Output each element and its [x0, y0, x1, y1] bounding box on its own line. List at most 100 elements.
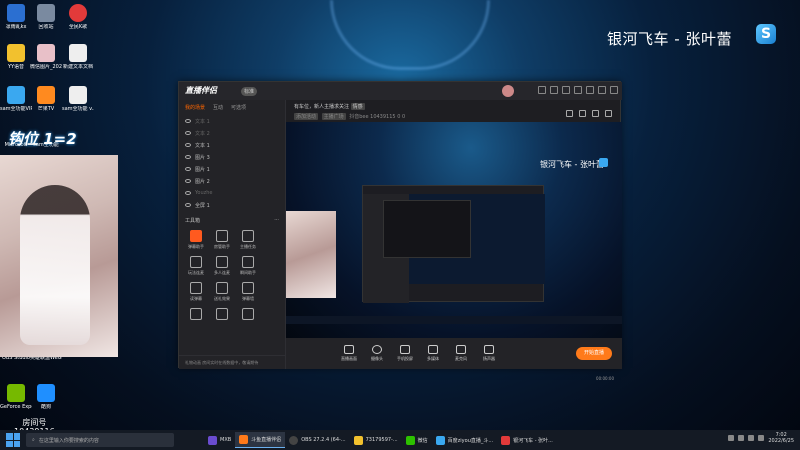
tool-button[interactable]: 送礼效果 [211, 282, 233, 302]
desktop-icon[interactable]: 凛雨乱kx [0, 4, 32, 30]
user-icon [216, 230, 228, 242]
menu-icon[interactable] [574, 86, 582, 94]
taskbar-app[interactable]: 银河飞车 - 张叶... [497, 432, 557, 448]
taskbar-app[interactable]: 73179597-... [350, 432, 402, 448]
layout-icon[interactable] [579, 110, 586, 117]
eye-icon[interactable] [185, 119, 191, 123]
tool-button[interactable] [263, 308, 285, 322]
tab-interact[interactable]: 互动 [213, 104, 223, 111]
volume-icon[interactable] [758, 435, 765, 441]
avatar[interactable] [502, 85, 514, 97]
desktop-icon[interactable]: 微信图片_2022061... [30, 44, 62, 70]
taskbar-app[interactable]: 百度ziyou直播_斗... [432, 432, 497, 448]
stream-title[interactable]: 有车位，新人主播求关注 [294, 104, 349, 110]
tools-grid: 弹幕助手 房管助手 主播任务 玩法连麦 多人连麦 瞬间助手 读弹幕 送礼效果 弹… [179, 226, 285, 326]
desktop-icon[interactable]: GeForce Experience [0, 384, 32, 410]
tray-icon[interactable] [738, 435, 745, 441]
maximize-icon[interactable] [598, 86, 606, 94]
eye-icon[interactable] [185, 191, 191, 195]
overlay-text: 钩位 1=2 [8, 130, 77, 148]
taskbar-search[interactable]: ⌕ 在这里输入你要搜索的内容 [26, 433, 174, 447]
source-item[interactable]: 全屏 1 [179, 199, 285, 211]
tool-button[interactable] [263, 282, 285, 302]
taskbar-app[interactable]: 微信 [402, 432, 432, 448]
source-item[interactable]: 文本 2 [179, 127, 285, 139]
monitor-icon [344, 345, 354, 354]
desktop-icon[interactable]: 酷狗 [30, 384, 62, 410]
version-badge: 标准 [241, 87, 258, 96]
tray-icon[interactable] [728, 435, 735, 441]
tool-button[interactable]: 读弹幕 [185, 282, 207, 302]
tool-button[interactable]: 弹幕墙 [237, 282, 259, 302]
camera-button[interactable]: 摄像头 [366, 345, 388, 362]
taskbar-app[interactable]: MXB [204, 432, 235, 448]
desktop-icon[interactable]: YY语音 [0, 44, 32, 70]
source-item[interactable]: 文本 1 [179, 115, 285, 127]
microphone-button[interactable]: 麦克风 [450, 345, 472, 362]
desktop-icon[interactable]: sam全功能 v... [62, 86, 94, 112]
close-icon[interactable] [610, 86, 618, 94]
taskbar-app[interactable]: 斗鱼直播伴侣 [235, 432, 286, 448]
screen-capture-button[interactable]: 直播画面 [338, 345, 360, 362]
tool-button[interactable]: 主播任务 [237, 230, 259, 250]
tool-button[interactable]: 房管助手 [211, 230, 233, 250]
tool-button[interactable] [263, 256, 285, 276]
source-item[interactable]: 图片 2 [179, 175, 285, 187]
eye-icon[interactable] [185, 131, 191, 135]
eye-icon[interactable] [185, 167, 191, 171]
tool-button[interactable] [185, 308, 207, 322]
clock-date: 2022/6/25 [768, 438, 794, 444]
grid-icon[interactable] [562, 86, 570, 94]
start-live-button[interactable]: 开始直播 [576, 347, 612, 360]
tool-button[interactable] [237, 308, 259, 322]
streamer-id: 抖音bee 10439115 [349, 114, 396, 120]
more-icon[interactable]: ··· [274, 217, 279, 224]
tab-options[interactable]: 可选项 [231, 104, 246, 111]
background-glow [330, 0, 490, 70]
message-icon[interactable] [550, 86, 558, 94]
read-icon [190, 282, 202, 294]
source-item[interactable]: 图片 1 [179, 163, 285, 175]
tab-scenes[interactable]: 我的场景 [185, 104, 205, 111]
windows-start-icon[interactable] [6, 433, 20, 447]
tool-button[interactable] [211, 308, 233, 322]
settings-icon[interactable] [538, 86, 546, 94]
tool-button[interactable]: 瞬间助手 [237, 256, 259, 276]
media-button[interactable]: 多媒体 [422, 345, 444, 362]
gift-icon [216, 308, 228, 320]
app-titlebar: 直播伴侣 标准 [179, 82, 622, 100]
preview-taskbar [286, 316, 622, 324]
tool-button[interactable]: 多人连麦 [211, 256, 233, 276]
folder-icon [353, 435, 363, 445]
source-item[interactable]: Youzhe [179, 187, 285, 199]
minimize-icon[interactable] [586, 86, 594, 94]
eye-icon[interactable] [185, 143, 191, 147]
tool-button[interactable]: 弹幕助手 [185, 230, 207, 250]
desktop-icon[interactable]: sam全功能VIP [0, 86, 32, 112]
desktop-icon[interactable]: 回收站 [30, 4, 62, 30]
speaker-button[interactable]: 扬声器 [478, 345, 500, 362]
screen-icon[interactable] [592, 110, 599, 117]
desktop-icon[interactable]: 芒果TV [30, 86, 62, 112]
eye-icon[interactable] [185, 179, 191, 183]
share-icon[interactable] [605, 110, 612, 117]
taskbar-app[interactable]: OBS 27.2.4 (64-... [285, 432, 349, 448]
add-activity-tag[interactable]: 添加活动 [294, 113, 319, 120]
category-tag[interactable]: 情感 [350, 103, 365, 110]
lock-icon[interactable] [566, 110, 573, 117]
plaza-tag[interactable]: 主播广场 [321, 113, 346, 120]
clock[interactable]: 7:02 2022/6/25 [768, 432, 794, 444]
source-item[interactable]: 图片 3 [179, 151, 285, 163]
desktop-icon[interactable]: 新建文本文档 [62, 44, 94, 70]
tool-button[interactable] [263, 230, 285, 250]
network-icon[interactable] [748, 435, 755, 441]
app-icon [208, 435, 217, 445]
music-icon [501, 435, 511, 445]
eye-icon[interactable] [185, 155, 191, 159]
source-item[interactable]: 文本 1 [179, 139, 285, 151]
desktop-icon[interactable]: 全民K歌 [62, 4, 94, 30]
eye-icon[interactable] [185, 203, 191, 207]
stream-preview[interactable]: 银河飞车 - 张叶蕾 [286, 122, 622, 338]
phone-cast-button[interactable]: 手机投屏 [394, 345, 416, 362]
tool-button[interactable]: 玩法连麦 [185, 256, 207, 276]
